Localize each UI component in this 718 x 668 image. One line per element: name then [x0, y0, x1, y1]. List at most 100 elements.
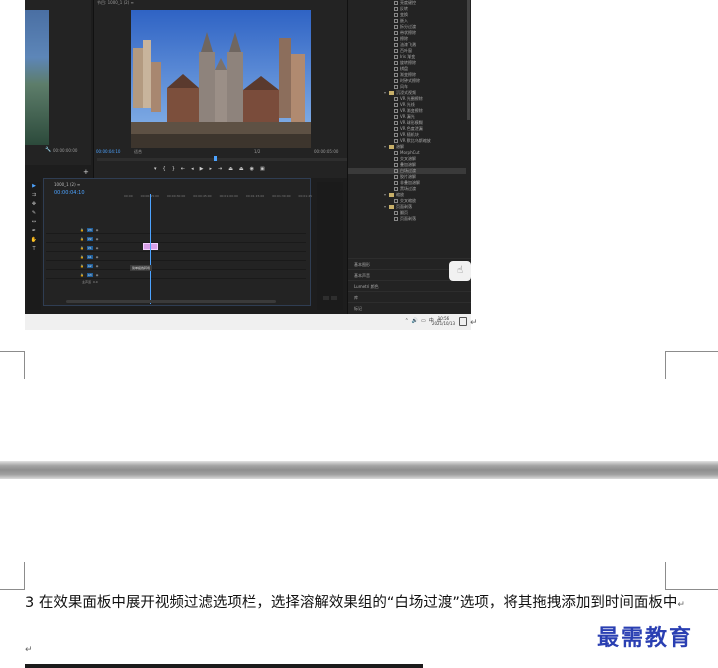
program-current-timecode[interactable]: 00:00:04:10 [96, 149, 120, 154]
effect-icon [394, 13, 398, 17]
effect-icon [394, 7, 398, 11]
windows-taskbar: ⌃ 🔊 ▭ 中 ⊙ 10:56 2021/10/13 [25, 314, 471, 330]
eye-icon[interactable]: ◉ [96, 228, 99, 232]
effect-icon [394, 109, 398, 113]
lock-icon[interactable]: 🔒 [80, 255, 84, 259]
next-image-edge [25, 664, 423, 668]
panel-tab[interactable]: 库 [348, 291, 471, 302]
lock-icon[interactable]: 🔒 [80, 228, 84, 232]
document-page: 🔧 00:00:00:00 + 节目: 1000_1 (2) ≡ 00:00:0… [0, 0, 718, 668]
audio-meter [317, 182, 343, 310]
timeline-timecode[interactable]: 00:00:04:10 [54, 190, 85, 196]
play-icon[interactable]: ▶ [200, 166, 204, 172]
eye-icon[interactable]: ◉ [96, 237, 99, 241]
effects-item-label: 页面剥落 [400, 216, 416, 221]
track-header[interactable]: 🔒 V1 ◉ [46, 244, 306, 252]
track-label[interactable]: V3 [86, 227, 93, 232]
slip-tool-icon[interactable]: ↔ [31, 220, 38, 225]
mark-out-icon[interactable]: } [172, 166, 175, 172]
program-playhead[interactable] [214, 156, 217, 161]
effects-item[interactable]: 页面剥落 [348, 216, 466, 222]
lock-icon[interactable]: 🔒 [80, 273, 84, 277]
track-header[interactable]: 🔒 A1 ◉ [46, 253, 306, 261]
ruler-tick-label: 00:01:15:00 [245, 194, 265, 198]
effect-icon [394, 181, 398, 185]
source-video-frame [25, 10, 49, 145]
add-marker-icon[interactable]: ▾ [154, 166, 157, 172]
lock-icon[interactable]: 🔒 [80, 237, 84, 241]
panel-tab[interactable]: Lumetri 颜色 [348, 280, 471, 291]
track-label[interactable]: A1 [86, 254, 93, 259]
extract-icon[interactable]: ⏏ [239, 166, 244, 172]
selection-tool-icon[interactable]: ▶ [31, 184, 38, 189]
program-monitor-panel: 节目: 1000_1 (2) ≡ 00:00:04:10 适合 1/2 00:0… [93, 0, 370, 178]
effect-icon [394, 25, 398, 29]
meter-bar-left [323, 296, 329, 300]
razor-tool-icon[interactable]: ✎ [31, 211, 38, 216]
track-header[interactable]: 🔒 V2 ◉ [46, 235, 306, 243]
clock[interactable]: 10:56 2021/10/13 [432, 316, 455, 326]
effects-scrollbar[interactable] [467, 0, 470, 120]
ruler-tick-label: 00:01:30:00 [272, 194, 291, 198]
export-frame-icon[interactable]: ◉ [250, 166, 254, 172]
chevron-up-icon[interactable]: ⌃ [405, 318, 409, 324]
crop-mark [665, 589, 718, 590]
track-select-tool-icon[interactable]: ⇉ [31, 193, 38, 198]
ruler-tick-label: 00:00:45:00 [193, 194, 212, 198]
effect-icon [394, 103, 398, 107]
add-button-icon[interactable]: + [83, 168, 89, 176]
effect-icon [394, 175, 398, 179]
program-scrub-bar[interactable] [97, 158, 365, 161]
mark-in-icon[interactable]: { [163, 166, 166, 172]
effect-icon [394, 79, 398, 83]
track-header[interactable]: 🔒 A3 ◉ [46, 271, 306, 279]
go-to-out-icon[interactable]: ⇥ [218, 166, 222, 172]
mute-icon[interactable]: ◉ [96, 273, 99, 277]
pen-tool-icon[interactable]: ✒ [31, 229, 38, 234]
track-label[interactable]: V1 [86, 245, 93, 250]
mute-icon[interactable]: ◉ [96, 264, 99, 268]
go-to-in-icon[interactable]: ⇤ [181, 166, 185, 172]
notification-icon[interactable] [459, 317, 467, 326]
type-tool-icon[interactable]: T [31, 247, 38, 252]
transport-controls: ▾ { } ⇤ ◂ ▶ ▸ ⇥ ⏏ ⏏ ◉ ▣ [154, 166, 265, 172]
lift-icon[interactable]: ⏏ [228, 166, 233, 172]
master-value[interactable]: 0.0 [93, 280, 98, 284]
track-header[interactable]: 🔒 V3 ◉ [46, 226, 306, 234]
network-icon[interactable]: ▭ [421, 318, 426, 324]
eye-icon[interactable]: ◉ [96, 246, 99, 250]
effect-icon [394, 49, 398, 53]
effect-icon [394, 211, 398, 215]
volume-icon[interactable]: 🔊 [412, 318, 418, 324]
effect-icon [394, 19, 398, 23]
track-label[interactable]: V2 [86, 236, 93, 241]
wrench-icon[interactable]: 🔧 [45, 147, 51, 153]
timeline-ruler[interactable]: 00:0000:00:15:0000:00:30:0000:00:45:0000… [124, 194, 312, 202]
track-header[interactable]: 🔒 A2 ◉ [46, 262, 306, 270]
lock-icon[interactable]: 🔒 [80, 246, 84, 250]
timeline-tab[interactable]: 1000_1 (2) ≡ [54, 182, 80, 187]
mute-icon[interactable]: ◉ [96, 255, 99, 259]
step-forward-icon[interactable]: ▸ [209, 166, 212, 172]
step-text: 3 在效果面板中展开视频过滤选项栏，选择溶解效果组的“白场过渡”选项，将其拖拽添… [25, 595, 678, 611]
effect-icon [394, 133, 398, 137]
ripple-edit-tool-icon[interactable]: ✥ [31, 202, 38, 207]
track-label[interactable]: A2 [86, 263, 93, 268]
effect-icon [394, 199, 398, 203]
hand-tool-icon[interactable]: ✋ [31, 238, 38, 243]
paragraph-mark: ↵ [470, 318, 478, 328]
resolution-dropdown[interactable]: 1/2 [254, 149, 260, 154]
compare-icon[interactable]: ▣ [260, 166, 265, 172]
step-back-icon[interactable]: ◂ [191, 166, 194, 172]
fit-dropdown[interactable]: 适合 [134, 149, 142, 155]
crop-mark [665, 351, 718, 352]
folder-icon [389, 193, 394, 197]
effect-icon [394, 97, 398, 101]
lock-icon[interactable]: 🔒 [80, 264, 84, 268]
program-monitor-title[interactable]: 节目: 1000_1 (2) ≡ [94, 0, 134, 6]
timeline-playhead[interactable] [150, 194, 151, 304]
panel-tab[interactable]: 标记 [348, 302, 471, 313]
timeline-scrollbar[interactable] [66, 300, 276, 303]
track-label[interactable]: A3 [86, 272, 93, 277]
effect-icon [394, 151, 398, 155]
